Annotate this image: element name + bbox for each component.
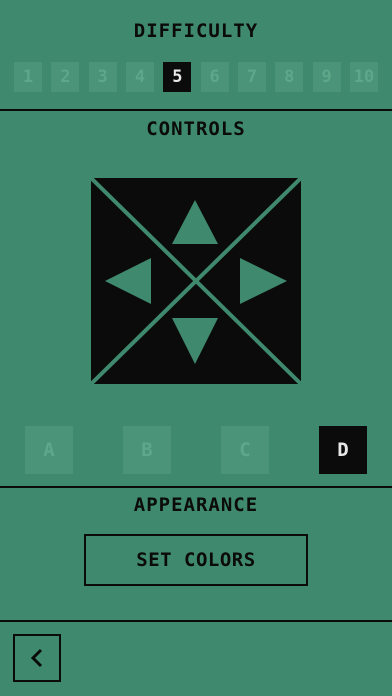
control-mode-a[interactable]: A: [25, 426, 73, 474]
dpad-control[interactable]: [91, 178, 301, 384]
control-mode-d[interactable]: D: [319, 426, 367, 474]
difficulty-level-9[interactable]: 9: [312, 62, 341, 92]
difficulty-level-1[interactable]: 1: [14, 62, 42, 92]
controls-title: CONTROLS: [146, 118, 246, 140]
difficulty-level-2[interactable]: 2: [51, 62, 80, 92]
difficulty-level-7[interactable]: 7: [237, 62, 266, 92]
set-colors-button[interactable]: SET COLORS: [84, 534, 308, 586]
control-mode-selector: A B C D: [25, 426, 367, 474]
back-button[interactable]: [13, 634, 61, 682]
chevron-left-icon: [30, 648, 43, 668]
difficulty-level-3[interactable]: 3: [88, 62, 117, 92]
section-divider: [0, 486, 392, 488]
difficulty-level-6[interactable]: 6: [200, 62, 229, 92]
difficulty-title: DIFFICULTY: [133, 20, 259, 42]
difficulty-level-5[interactable]: 5: [163, 62, 192, 92]
difficulty-level-8[interactable]: 8: [275, 62, 304, 92]
difficulty-level-4[interactable]: 4: [125, 62, 154, 92]
appearance-title: APPEARANCE: [133, 494, 259, 516]
difficulty-selector: 1 2 3 4 5 6 7 8 9 10: [14, 62, 378, 92]
section-divider: [0, 109, 392, 111]
control-mode-b[interactable]: B: [123, 426, 171, 474]
section-divider: [0, 620, 392, 622]
difficulty-level-10[interactable]: 10: [349, 62, 378, 92]
control-mode-c[interactable]: C: [221, 426, 269, 474]
